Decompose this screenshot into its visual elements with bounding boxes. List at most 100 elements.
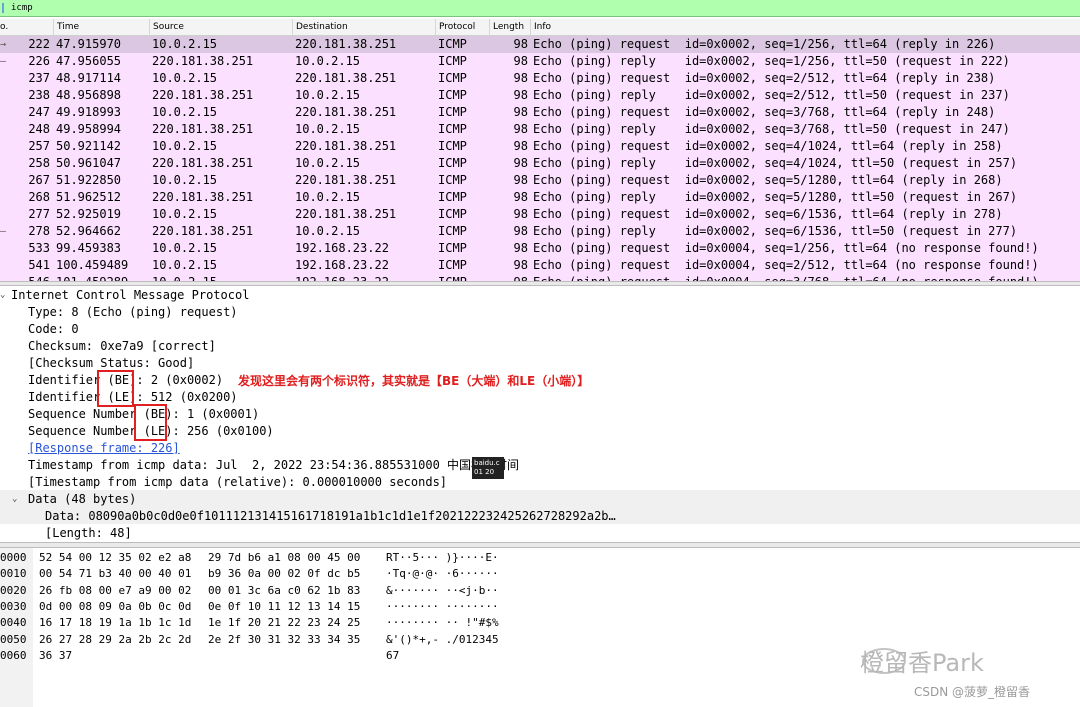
tooltip-popup: baidu.c 01 20 <box>472 457 504 479</box>
packet-cell-src: 220.181.38.251 <box>152 54 254 68</box>
packet-cell-src: 10.0.2.15 <box>152 274 217 281</box>
packet-cell-src: 220.181.38.251 <box>152 224 254 238</box>
hex-asc[interactable]: 67 <box>386 648 399 664</box>
packet-cell-src: 10.0.2.15 <box>152 37 218 51</box>
detail-data[interactable]: Data: 08090a0b0c0d0e0f101112131415161718… <box>45 508 616 525</box>
hex-off: 0050 <box>0 632 27 646</box>
packet-row[interactable]: 257 50.921142 10.0.2.15 220.181.38.251 ICMP 9… <box>0 138 1080 155</box>
detail-checksum[interactable]: Checksum: 0xe7a9 [correct] <box>28 338 216 355</box>
packet-cell-src: 10.0.2.15 <box>152 241 218 255</box>
packet-row[interactable]: 267 51.922850 10.0.2.15 220.181.38.251 ICMP 9… <box>0 172 1080 189</box>
hex-asc[interactable]: RT··5··· )}····E· <box>386 550 499 566</box>
packet-cell-no: 247 <box>28 105 50 119</box>
column-header-source[interactable]: Source <box>149 19 184 36</box>
column-header-no[interactable]: o. <box>0 19 8 36</box>
packet-row[interactable]: —278 52.964662 220.181.38.251 10.0.2.15 ICMP… <box>0 223 1080 240</box>
hex-b1[interactable]: 16 17 18 19 1a 1b 1c 1d <box>39 615 191 631</box>
packet-row[interactable]: 541 100.459489 10.0.2.15 192.168.23.22 ICMP 9… <box>0 257 1080 274</box>
hex-off: 0010 <box>0 567 27 581</box>
hex-asc[interactable]: &······· ··<j·b·· <box>386 583 499 599</box>
packet-cell-time: 51.922850 <box>56 173 122 187</box>
hex-b1[interactable]: 36 37 <box>39 648 72 664</box>
packet-cell-len: 98 <box>513 139 528 153</box>
packet-cell-no: 237 <box>28 71 50 85</box>
hex-b1[interactable]: 0d 00 08 09 0a 0b 0c 0d <box>39 599 191 615</box>
packet-cell-src: 220.181.38.251 <box>152 88 254 102</box>
bookmark-icon[interactable] <box>2 3 10 13</box>
response-frame-link[interactable]: [Response frame: 226] <box>28 440 180 457</box>
detail-protocol[interactable]: Internet Control Message Protocol <box>11 287 249 304</box>
packet-cell-time: 51.962512 <box>56 190 122 204</box>
hex-asc[interactable]: ········ ·· !"#$% <box>386 615 499 631</box>
hex-b1[interactable]: 26 27 28 29 2a 2b 2c 2d <box>39 632 191 648</box>
packet-cell-info: Echo (ping) request id=0x0004, seq=1/256… <box>533 241 1039 255</box>
packet-row[interactable]: 277 52.925019 10.0.2.15 220.181.38.251 ICMP 9… <box>0 206 1080 223</box>
packet-cell-src: 10.0.2.15 <box>152 105 218 119</box>
hex-asc[interactable]: &'()*+,- ./012345 <box>386 632 499 648</box>
collapse-arrow-icon[interactable]: ⌄ <box>0 290 5 300</box>
packet-row[interactable]: 546 101.459289 10.0.2.15 192.168.23.22 ICMP 9… <box>0 274 1080 281</box>
packet-cell-time: 47.915970 <box>56 37 122 51</box>
hex-b2[interactable]: b9 36 0a 00 02 0f dc b5 <box>208 566 360 582</box>
packet-cell-info: Echo (ping) request id=0x0002, seq=5/128… <box>533 173 1003 187</box>
packet-row[interactable]: 533 99.459383 10.0.2.15 192.168.23.22 ICMP 98… <box>0 240 1080 257</box>
packet-cell-src: 220.181.38.251 <box>152 190 254 204</box>
hex-off: 0000 <box>0 551 27 564</box>
packet-row[interactable]: —226 47.956055 220.181.38.251 10.0.2.15 ICMP… <box>0 53 1080 70</box>
packet-cell-len: 98 <box>513 258 528 272</box>
annotation-note: 发现这里会有两个标识符，其实就是【BE（大端）和LE（小端）】 <box>238 374 590 388</box>
detail-timestamp[interactable]: Timestamp from icmp data: Jul 2, 2022 23… <box>28 457 519 474</box>
column-header-info[interactable]: Info <box>530 19 551 36</box>
packet-cell-no: 257 <box>28 139 50 153</box>
packet-cell-time: 49.958994 <box>56 122 122 136</box>
hex-asc[interactable]: ········ ········ <box>386 599 499 615</box>
packet-cell-len: 98 <box>513 207 528 221</box>
packet-row[interactable]: 237 48.917114 10.0.2.15 220.181.38.251 ICMP 9… <box>0 70 1080 87</box>
detail-length[interactable]: [Length: 48] <box>45 525 132 542</box>
column-header-protocol[interactable]: Protocol <box>435 19 475 36</box>
hex-b1[interactable]: 52 54 00 12 35 02 e2 a8 <box>39 550 191 566</box>
packet-cell-src: 10.0.2.15 <box>152 258 218 272</box>
packet-cell-info: Echo (ping) reply id=0x0002, seq=3/768, … <box>533 122 1010 136</box>
packet-cell-info: Echo (ping) reply id=0x0002, seq=4/1024,… <box>533 156 1018 170</box>
hex-b1[interactable]: 00 54 71 b3 40 00 40 01 <box>39 566 191 582</box>
packet-row[interactable]: 247 49.918993 10.0.2.15 220.181.38.251 ICMP 9… <box>0 104 1080 121</box>
packet-cell-proto: ICMP <box>438 190 467 204</box>
packet-cell-proto: ICMP <box>438 71 467 85</box>
packet-row[interactable]: 248 49.958994 220.181.38.251 10.0.2.15 ICMP 9… <box>0 121 1080 138</box>
packet-cell-dst: 220.181.38.251 <box>295 37 397 51</box>
hex-b1[interactable]: 26 fb 08 00 e7 a9 00 02 <box>39 583 191 599</box>
packet-cell-proto: ICMP <box>438 88 467 102</box>
packet-cell-info: Echo (ping) request id=0x0002, seq=2/512… <box>533 71 996 85</box>
packet-cell-dst: 10.0.2.15 <box>295 156 361 170</box>
packet-row[interactable]: 258 50.961047 220.181.38.251 10.0.2.15 ICMP 9… <box>0 155 1080 172</box>
packet-cell-no: 533 <box>28 241 50 255</box>
hex-b2[interactable]: 29 7d b6 a1 08 00 45 00 <box>208 550 360 566</box>
packet-row[interactable]: 268 51.962512 220.181.38.251 10.0.2.15 ICMP 9… <box>0 189 1080 206</box>
packet-cell-proto: ICMP <box>438 258 467 272</box>
detail-timestamp-relative[interactable]: [Timestamp from icmp data (relative): 0.… <box>28 474 447 491</box>
column-header-time[interactable]: Time <box>53 19 79 36</box>
hex-b2[interactable]: 00 01 3c 6a c0 62 1b 83 <box>208 583 360 599</box>
packet-cell-len: 98 <box>492 274 528 281</box>
detail-code[interactable]: Code: 0 <box>28 321 79 338</box>
detail-data-header[interactable]: Data (48 bytes) <box>28 491 136 508</box>
hex-b2[interactable]: 0e 0f 10 11 12 13 14 15 <box>208 599 360 615</box>
packet-list-header: o. Time Source Destination Protocol Leng… <box>0 19 1080 36</box>
packet-cell-time: 47.956055 <box>56 54 122 68</box>
packet-cell-len: 98 <box>513 156 528 170</box>
hex-b2[interactable]: 1e 1f 20 21 22 23 24 25 <box>208 615 360 631</box>
packet-cell-info: Echo (ping) reply id=0x0002, seq=5/1280,… <box>533 190 1018 204</box>
hex-off: 0040 <box>0 616 27 630</box>
collapse-arrow-icon[interactable]: ⌄ <box>12 494 17 504</box>
detail-type[interactable]: Type: 8 (Echo (ping) request) <box>28 304 238 321</box>
column-header-length[interactable]: Length <box>489 19 524 36</box>
hex-asc[interactable]: ·Tq·@·@· ·6······ <box>386 566 499 582</box>
packet-row[interactable]: → 222 47.915970 10.0.2.15 220.181.38.251 ICMP… <box>0 36 1080 53</box>
display-filter-input[interactable]: icmp <box>11 2 33 14</box>
hex-b2[interactable]: 2e 2f 30 31 32 33 34 35 <box>208 632 360 648</box>
packet-row[interactable]: 238 48.956898 220.181.38.251 10.0.2.15 ICMP 9… <box>0 87 1080 104</box>
column-header-destination[interactable]: Destination <box>292 19 348 36</box>
packet-cell-len: 98 <box>513 224 528 238</box>
packet-cell-src: 220.181.38.251 <box>152 156 254 170</box>
